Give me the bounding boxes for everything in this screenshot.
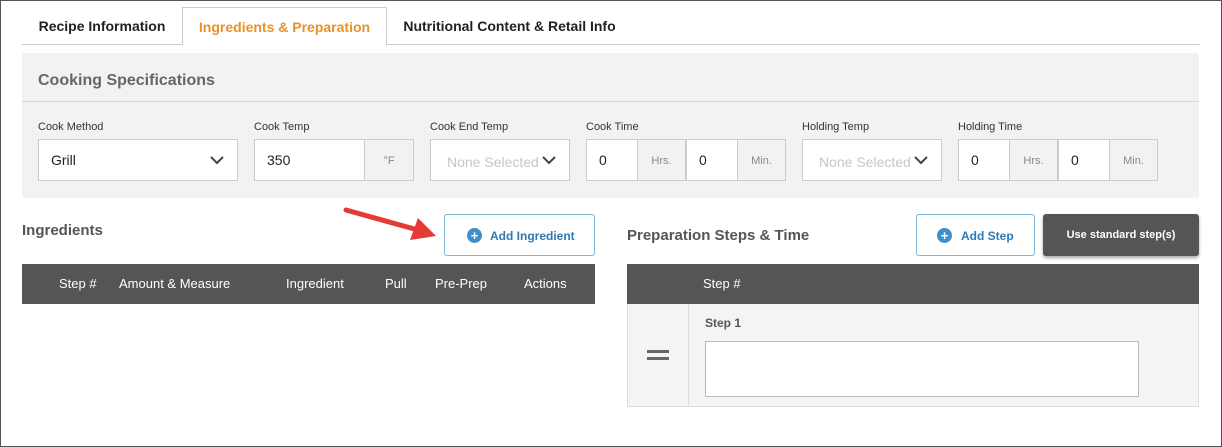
cook-method-value: Grill xyxy=(51,152,76,168)
holding-temp-placeholder: None Selected xyxy=(819,154,911,170)
cook-method-select[interactable]: Grill xyxy=(38,139,238,181)
tab-ingredients-preparation[interactable]: Ingredients & Preparation xyxy=(182,7,387,46)
preparation-table-header: Step # xyxy=(627,264,1199,304)
chevron-down-icon xyxy=(542,156,556,165)
holding-time-label: Holding Time xyxy=(958,121,1023,133)
holding-time-hrs-unit: Hrs. xyxy=(1010,139,1058,181)
add-step-label: Add Step xyxy=(961,229,1014,243)
drag-handle-icon xyxy=(647,350,669,360)
holding-time-min-value: 0 xyxy=(1071,152,1079,168)
cooking-specifications-title: Cooking Specifications xyxy=(38,72,215,89)
cook-time-min-value: 0 xyxy=(699,152,707,168)
col-prep-step-number: Step # xyxy=(703,276,741,291)
plus-circle-icon: + xyxy=(467,228,482,243)
chevron-down-icon xyxy=(914,156,928,165)
add-ingredient-label: Add Ingredient xyxy=(490,229,575,243)
col-actions: Actions xyxy=(524,276,567,291)
add-ingredient-button[interactable]: + Add Ingredient xyxy=(444,214,595,256)
add-step-button[interactable]: + Add Step xyxy=(916,214,1035,256)
cook-end-temp-select[interactable]: None Selected xyxy=(430,139,570,181)
holding-time-hrs-input[interactable]: 0 xyxy=(958,139,1010,181)
holding-temp-label: Holding Temp xyxy=(802,121,870,133)
cook-end-temp-placeholder: None Selected xyxy=(447,154,539,170)
ingredients-table-header: Step # Amount & Measure Ingredient Pull … xyxy=(22,264,595,304)
drag-handle[interactable] xyxy=(628,304,689,406)
holding-time-min-unit: Min. xyxy=(1110,139,1158,181)
tab-bar: Recipe Information Ingredients & Prepara… xyxy=(22,7,1200,46)
step-label: Step 1 xyxy=(705,316,742,330)
cook-time-min-unit: Min. xyxy=(738,139,786,181)
cook-end-temp-label: Cook End Temp xyxy=(430,121,509,133)
col-amount-measure: Amount & Measure xyxy=(119,276,231,291)
cooking-specifications-panel: Cooking Specifications Cook Method Grill… xyxy=(22,53,1199,198)
ingredients-title: Ingredients xyxy=(22,222,103,239)
col-step-number: Step # xyxy=(59,276,97,291)
holding-time-hrs-value: 0 xyxy=(971,152,979,168)
red-arrow-icon xyxy=(343,207,436,240)
cook-time-label: Cook Time xyxy=(586,121,639,133)
preparation-title: Preparation Steps & Time xyxy=(627,227,810,244)
cook-time-min-input[interactable]: 0 xyxy=(686,139,738,181)
cook-time-hrs-input[interactable]: 0 xyxy=(586,139,638,181)
prep-step-row: Step 1 xyxy=(627,304,1199,407)
cook-time-hrs-value: 0 xyxy=(599,152,607,168)
cook-temp-label: Cook Temp xyxy=(254,121,310,133)
cook-time-hrs-unit: Hrs. xyxy=(638,139,686,181)
use-standard-steps-button[interactable]: Use standard step(s) xyxy=(1043,214,1199,256)
tab-nutritional-content[interactable]: Nutritional Content & Retail Info xyxy=(387,7,632,45)
specs-divider xyxy=(22,101,1199,102)
holding-time-min-input[interactable]: 0 xyxy=(1058,139,1110,181)
holding-temp-select[interactable]: None Selected xyxy=(802,139,942,181)
col-ingredient: Ingredient xyxy=(286,276,344,291)
step-description-input[interactable] xyxy=(705,341,1139,397)
col-pre-prep: Pre-Prep xyxy=(435,276,488,291)
chevron-down-icon xyxy=(210,156,224,165)
plus-circle-icon: + xyxy=(937,228,952,243)
cook-temp-input[interactable]: 350 xyxy=(254,139,365,181)
tab-recipe-information[interactable]: Recipe Information xyxy=(22,7,182,45)
cook-method-label: Cook Method xyxy=(38,121,104,133)
cook-temp-value: 350 xyxy=(267,152,291,168)
col-pull: Pull xyxy=(385,276,407,291)
cook-temp-unit: °F xyxy=(365,139,414,181)
